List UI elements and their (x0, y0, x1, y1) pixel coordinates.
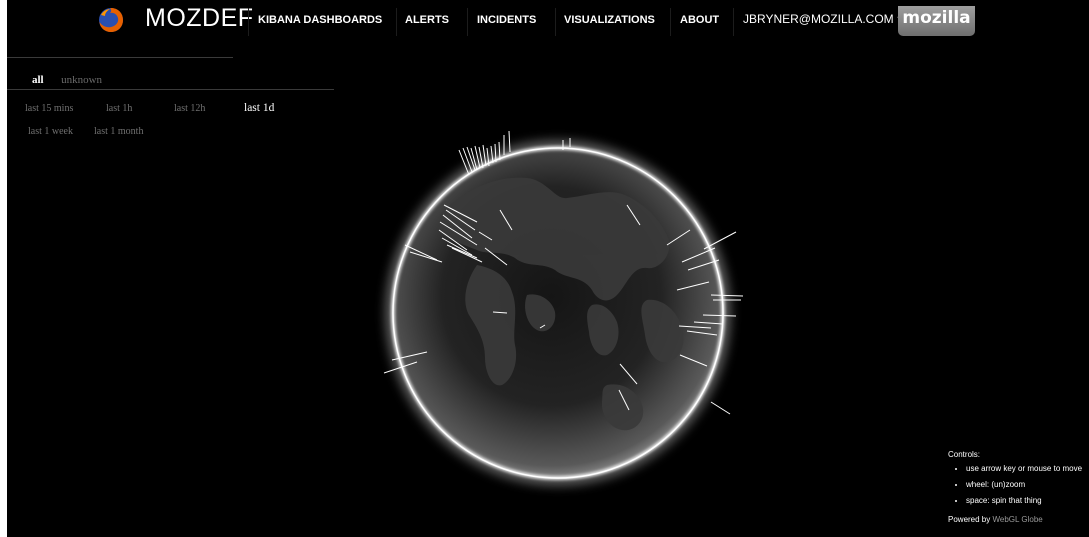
powered-by: Powered by WebGL Globe (948, 515, 1082, 524)
range-last-12h[interactable]: last 12h (174, 103, 205, 114)
nav-about[interactable]: ABOUT (680, 14, 719, 26)
nav-separator (670, 8, 671, 36)
controls-title: Controls: (948, 450, 981, 459)
brand-title[interactable]: MOZDEF (145, 4, 254, 33)
attack-spike (710, 401, 731, 415)
user-email: JBRYNER@MOZILLA.COM (743, 12, 894, 26)
firefox-logo-icon[interactable] (98, 7, 124, 33)
controls-item: wheel: (un)zoom (966, 480, 1082, 489)
mozdef-app: MOZDEF KIBANA DASHBOARDS ALERTS INCIDENT… (7, 0, 1089, 537)
divider (7, 89, 334, 90)
webgl-globe-link[interactable]: WebGL Globe (992, 515, 1042, 524)
controls-item: space: spin that thing (966, 496, 1082, 505)
range-last-1d[interactable]: last 1d (244, 102, 274, 114)
controls-list: use arrow key or mouse to move wheel: (u… (948, 464, 1082, 505)
divider (7, 57, 233, 58)
nav-visualizations[interactable]: VISUALIZATIONS (564, 14, 655, 26)
nav-kibana-dashboards[interactable]: KIBANA DASHBOARDS (258, 14, 382, 26)
range-last-1h[interactable]: last 1h (106, 103, 132, 114)
controls-help: Controls: use arrow key or mouse to move… (948, 450, 1082, 524)
category-all[interactable]: all (32, 74, 44, 86)
attack-spike (462, 147, 473, 173)
mozilla-tab[interactable]: mozilla (898, 6, 975, 36)
nav-incidents[interactable]: INCIDENTS (477, 14, 536, 26)
nav-separator (396, 8, 397, 36)
range-last-1-week[interactable]: last 1 week (28, 126, 73, 137)
nav-alerts[interactable]: ALERTS (405, 14, 449, 26)
category-filter: all unknown (32, 70, 115, 88)
nav-separator (248, 8, 249, 36)
attack-globe[interactable] (7, 0, 1089, 537)
controls-item: use arrow key or mouse to move (966, 464, 1082, 473)
nav-separator (733, 8, 734, 36)
top-navbar: MOZDEF KIBANA DASHBOARDS ALERTS INCIDENT… (7, 0, 1089, 40)
category-unknown[interactable]: unknown (61, 74, 102, 86)
user-menu-dropdown[interactable]: JBRYNER@MOZILLA.COM▼ (743, 12, 905, 26)
attack-spike (508, 130, 511, 153)
nav-separator (467, 8, 468, 36)
nav-separator (555, 8, 556, 36)
range-last-1-month[interactable]: last 1 month (94, 126, 143, 137)
range-last-15-mins[interactable]: last 15 mins (25, 103, 73, 114)
powered-prefix: Powered by (948, 515, 991, 524)
